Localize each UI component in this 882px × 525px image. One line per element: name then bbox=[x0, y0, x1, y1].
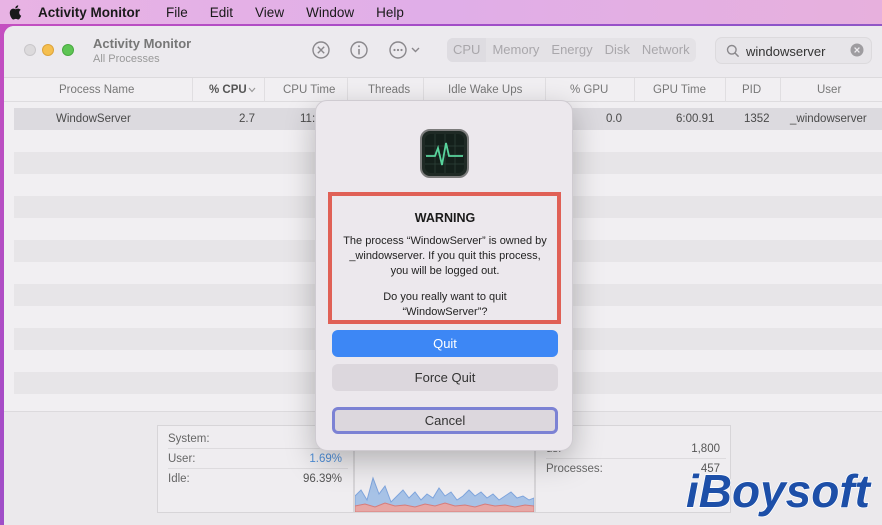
menu-window[interactable]: Window bbox=[306, 5, 354, 20]
clear-search-icon[interactable] bbox=[850, 43, 864, 57]
apple-icon[interactable] bbox=[8, 4, 22, 20]
column-cpu[interactable]: % CPU bbox=[192, 78, 264, 102]
iboysoft-logo: iBoysoft bbox=[685, 464, 872, 518]
warning-question: Do you really want to quit “WindowServer… bbox=[383, 291, 507, 318]
menu-app-name[interactable]: Activity Monitor bbox=[38, 5, 140, 20]
gpu-time-cell: 6:00.91 bbox=[676, 113, 715, 125]
tab-disk[interactable]: Disk bbox=[599, 38, 636, 62]
search-field[interactable] bbox=[715, 37, 872, 64]
tab-energy[interactable]: Energy bbox=[545, 38, 598, 62]
minimize-window-button[interactable] bbox=[42, 44, 54, 56]
cancel-button[interactable]: Cancel bbox=[332, 407, 558, 434]
column-cpu-time[interactable]: CPU Time bbox=[264, 78, 347, 102]
more-actions-icon[interactable] bbox=[388, 40, 424, 60]
cpu-time-cell: 11: bbox=[300, 113, 316, 125]
process-name-cell: WindowServer bbox=[56, 113, 131, 125]
info-icon[interactable] bbox=[349, 40, 369, 60]
menu-view[interactable]: View bbox=[255, 5, 284, 20]
column-gpu[interactable]: % GPU bbox=[545, 78, 634, 102]
user-cell: _windowserver bbox=[790, 113, 867, 125]
menu-bar: Activity Monitor File Edit View Window H… bbox=[0, 0, 882, 24]
cpu-cell: 2.7 bbox=[239, 113, 255, 125]
column-user[interactable]: User bbox=[780, 78, 882, 102]
search-icon bbox=[726, 44, 740, 58]
warning-highlight-box: WARNING The process “WindowServer” is ow… bbox=[328, 192, 561, 324]
close-window-button[interactable] bbox=[24, 44, 36, 56]
menu-help[interactable]: Help bbox=[376, 5, 404, 20]
window-title: Activity Monitor bbox=[93, 36, 192, 51]
sort-descending-icon bbox=[248, 87, 256, 93]
quit-button[interactable]: Quit bbox=[332, 330, 558, 357]
stat-threads: ds: 1,800 bbox=[546, 439, 726, 459]
stat-threads-value: 1,800 bbox=[691, 443, 720, 455]
force-quit-button[interactable]: Force Quit bbox=[332, 364, 558, 391]
menu-edit[interactable]: Edit bbox=[210, 5, 233, 20]
menu-file[interactable]: File bbox=[166, 5, 188, 20]
tab-memory[interactable]: Memory bbox=[486, 38, 545, 62]
stat-idle: Idle: 96.39% bbox=[168, 469, 348, 489]
stat-system-label: System: bbox=[168, 433, 210, 445]
stat-user-value: 1.69% bbox=[309, 453, 342, 465]
pid-cell: 1352 bbox=[744, 113, 770, 125]
window-subtitle: All Processes bbox=[93, 53, 160, 65]
column-cpu-label: % CPU bbox=[209, 84, 247, 96]
stop-process-icon[interactable] bbox=[311, 40, 331, 60]
stat-user-label: User: bbox=[168, 453, 196, 465]
stat-idle-label: Idle: bbox=[168, 473, 190, 485]
column-pid[interactable]: PID bbox=[725, 78, 780, 102]
stat-user: User: 1.69% bbox=[168, 449, 348, 469]
warning-message: The process “WindowServer” is owned by _… bbox=[343, 235, 547, 277]
column-gpu-time[interactable]: GPU Time bbox=[634, 78, 725, 102]
warning-title: WARNING bbox=[414, 211, 476, 225]
search-input[interactable] bbox=[746, 42, 846, 60]
stat-idle-value: 96.39% bbox=[302, 473, 342, 485]
svg-text:iBoysoft: iBoysoft bbox=[686, 465, 872, 517]
column-process-name[interactable]: Process Name bbox=[14, 78, 192, 102]
gpu-cell: 0.0 bbox=[606, 113, 622, 125]
column-idle-wake-ups[interactable]: Idle Wake Ups bbox=[423, 78, 545, 102]
toolbar: Activity Monitor All Processes CPU Memor… bbox=[4, 26, 882, 78]
quit-warning-dialog: WARNING The process “WindowServer” is ow… bbox=[315, 100, 573, 451]
stat-processes-label: Processes: bbox=[546, 463, 603, 475]
activity-monitor-app-icon bbox=[420, 129, 469, 178]
tab-cpu[interactable]: CPU bbox=[447, 38, 487, 62]
tab-network[interactable]: Network bbox=[636, 38, 696, 62]
zoom-window-button[interactable] bbox=[62, 44, 74, 56]
table-header: Process Name % CPU CPU Time Threads Idle… bbox=[4, 78, 882, 102]
view-tabs: CPU Memory Energy Disk Network bbox=[447, 38, 696, 62]
column-threads[interactable]: Threads bbox=[347, 78, 423, 102]
